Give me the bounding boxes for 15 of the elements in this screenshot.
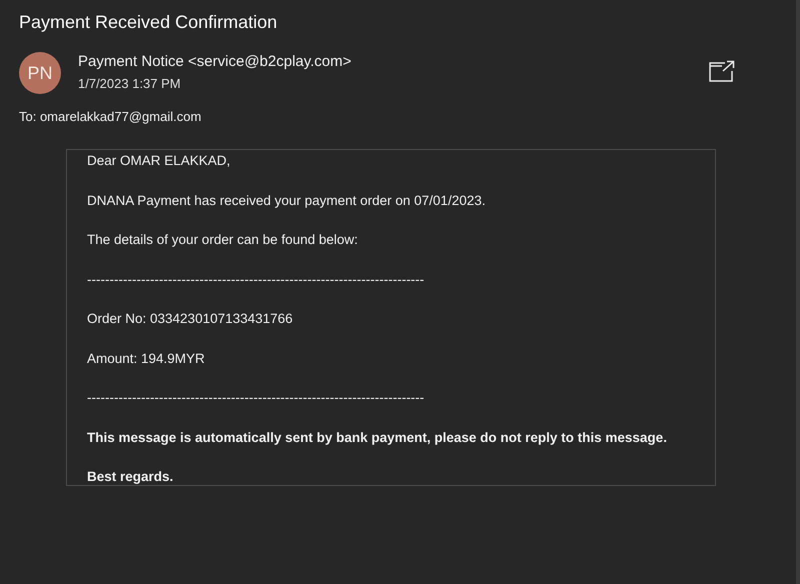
email-subject: Payment Received Confirmation: [19, 12, 278, 33]
message-line: Dear OMAR ELAKKAD,: [87, 153, 232, 170]
message-line: This message is automatically sent by bank payment, please do not reply to this message.: [87, 430, 668, 447]
message-line: Best regards.: [87, 469, 174, 486]
message-line: Amount: 194.9MYR: [87, 350, 206, 368]
pop-out-icon[interactable]: [709, 60, 735, 82]
message-line: The details of your order can be found below:: [87, 232, 359, 249]
message-line: ---------------------------------------------------------------------------: [87, 272, 426, 288]
sent-date: 1/7/2023 1:37 PM: [78, 76, 182, 91]
message-line: Order No: 0334230107133431766: [87, 311, 294, 328]
recipient-line: To: omarelakkad77@gmail.com: [19, 109, 202, 124]
sender-avatar: PN: [19, 52, 61, 94]
message-line: DNANA Payment has received your payment order on 07/01/2023.: [87, 192, 486, 210]
message-line: ---------------------------------------------------------------------------: [87, 390, 426, 407]
sender-name: Payment Notice <service@b2cplay.com>: [78, 53, 352, 70]
